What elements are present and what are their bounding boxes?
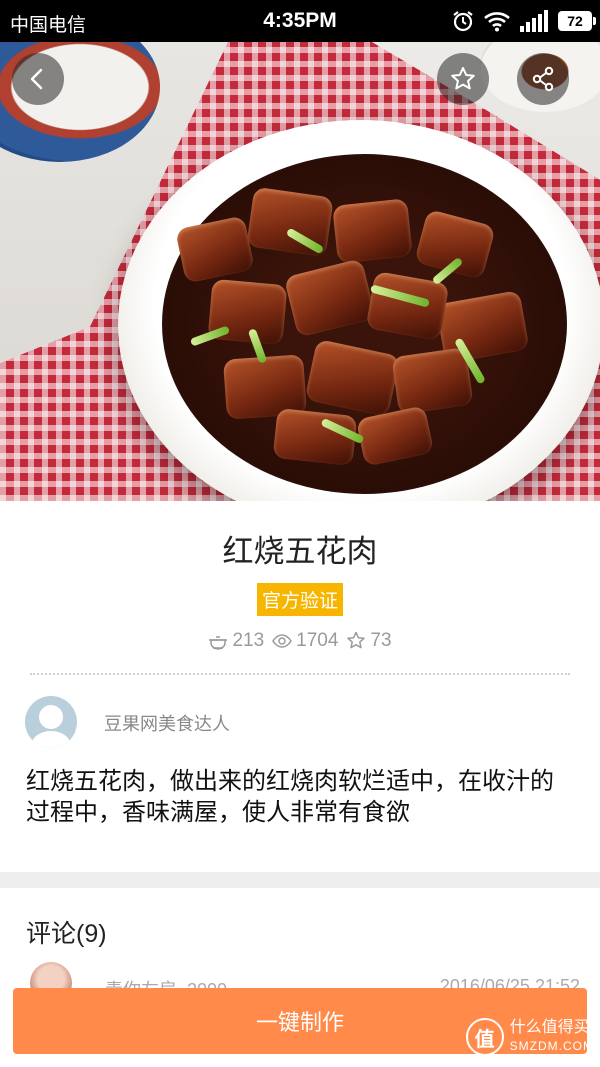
smzdm-logo: 值 [465,1018,504,1056]
wifi-icon [484,12,510,32]
eye-icon [272,634,293,648]
verified-badge: 官方验证 [256,583,343,616]
alarm-icon [453,11,473,32]
star-outline-icon [347,631,366,649]
recipe-title: 红烧五花肉 [222,534,378,569]
comments-heading: 评论(9) [26,920,107,948]
divider [30,673,570,675]
author-name[interactable]: 豆果网美食达人 [104,710,230,736]
status-icons: 72 [451,8,596,34]
view-count: 1704 [272,630,338,652]
battery-indicator: 72 [558,11,596,31]
favorite-button[interactable] [437,53,489,105]
share-icon [532,66,554,92]
recipe-stats: 213 1704 73 [0,630,600,652]
share-button[interactable] [517,53,569,105]
back-icon [30,68,43,90]
smzdm-watermark: 值 什么值得买 SMZDM.COM [465,1018,594,1056]
signal-icon [520,10,548,32]
back-button[interactable] [12,53,64,105]
status-bar: 中国电信 4:35PM 72 [0,0,600,42]
recipe-photo [0,42,600,501]
author-avatar[interactable] [25,696,77,748]
recipe-description: 红烧五花肉，做出来的红烧肉软烂适中，在收汁的过程中，香味满屋，使人非常有食欲 [26,768,554,826]
watermark-text-cn: 什么值得买 [509,1019,590,1036]
made-count-value: 213 [232,630,265,651]
pot-icon [209,636,228,650]
section-separator [0,872,600,888]
watermark-text-en: SMZDM.COM [509,1039,594,1053]
favorite-count-value: 73 [370,630,392,651]
view-count-value: 1704 [296,630,339,651]
made-count: 213 [208,630,264,652]
favorite-count: 73 [346,630,392,652]
star-icon [451,67,475,90]
